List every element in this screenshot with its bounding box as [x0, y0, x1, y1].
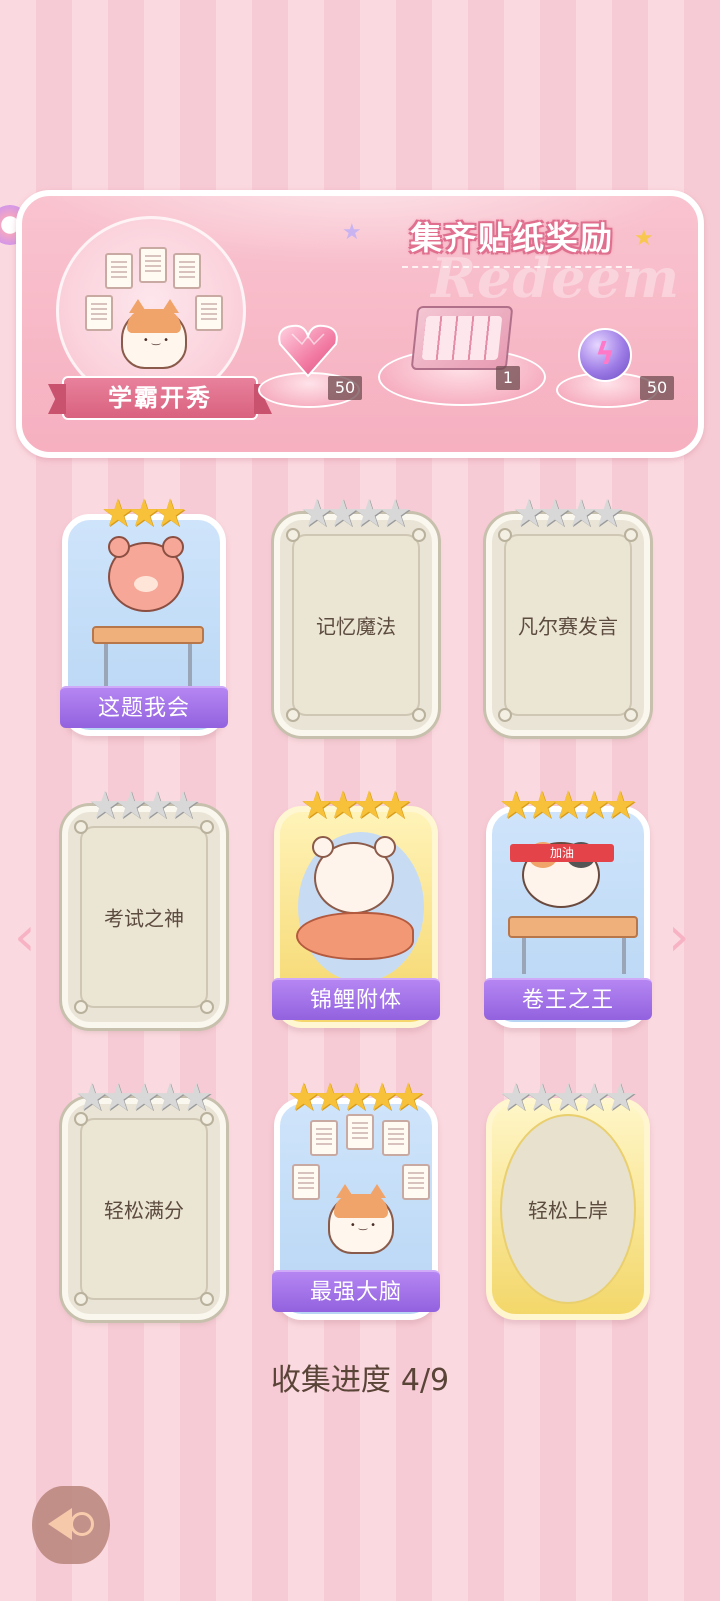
star-rating: ★ ★ ★ ★ — [68, 786, 220, 824]
lightning-orb-icon[interactable]: ϟ — [578, 328, 632, 382]
sticker-card[interactable]: ★ ★ ★ ★ ★ 轻松上岸 — [486, 1078, 650, 1320]
sticker-card[interactable]: ★ ★ ★ ★ 锦鲤附体 — [272, 786, 440, 1028]
sticker-card[interactable]: ★ ★ ★ ★ ★ 轻松满分 — [62, 1078, 226, 1320]
sticker-card[interactable]: ★ ★ ★ ★ 凡尔赛发言 — [486, 494, 650, 736]
star-icon: ★ — [590, 491, 625, 535]
reward-quantity: 50 — [640, 376, 674, 400]
sticker-card[interactable]: ★ ★ ★ ★ 记忆魔法 — [274, 494, 438, 736]
cat-mascot-icon: • ‿ • — [121, 299, 187, 369]
card-label: 考试之神 — [104, 906, 184, 931]
collection-progress: 收集进度 4/9 — [0, 1355, 720, 1399]
sticker-card[interactable]: ★ ★ ★ ★ 考试之神 — [62, 786, 226, 1028]
divider — [402, 266, 632, 268]
sticker-card[interactable]: ★ ★ ★ ★ ★ • ‿ • 最强大脑 — [272, 1078, 440, 1320]
reward-panel: Redeem ★ 集齐贴纸奖励 ★ • ‿ • 学霸开秀 50 1 ϟ 50 — [16, 190, 704, 458]
ring-icon — [70, 1512, 94, 1536]
star-icon: ★ — [603, 1075, 638, 1119]
star-icon: ★ — [166, 783, 201, 827]
star-decoration-icon: ★ — [634, 226, 654, 251]
paper-icon — [173, 253, 201, 289]
card-label: 轻松满分 — [104, 1198, 184, 1223]
reward-quantity: 50 — [328, 376, 362, 400]
star-icon: ★ — [179, 1075, 214, 1119]
card-label: 卷王之王 — [484, 978, 652, 1020]
star-rating: ★ ★ ★ ★ — [280, 494, 432, 532]
paper-icon — [139, 247, 167, 283]
card-label: 这题我会 — [60, 686, 228, 728]
featured-sticker-label: 学霸开秀 — [62, 376, 258, 420]
heart-gem-icon[interactable] — [276, 322, 340, 378]
star-icon: ★ — [378, 491, 413, 535]
gift-box-icon[interactable] — [410, 306, 514, 370]
progress-value: 4/9 — [400, 1363, 450, 1398]
sticker-card[interactable]: ★ ★ ★ ★ ★ 加油 卷王之王 — [484, 786, 652, 1028]
star-rating: ★ ★ ★ ★ — [492, 494, 644, 532]
star-rating: ★ ★ ★ ★ ★ — [68, 1078, 220, 1116]
reward-quantity: 1 — [496, 366, 520, 390]
back-button[interactable] — [32, 1486, 110, 1564]
paper-icon — [195, 295, 223, 331]
next-page-arrow-icon[interactable]: › — [668, 905, 690, 968]
sticker-card[interactable]: ★ ★ ★ 这题我会 — [60, 494, 228, 736]
reward-title: 集齐贴纸奖励 — [409, 219, 614, 257]
paper-icon — [105, 253, 133, 289]
headband-text: 加油 — [510, 844, 614, 862]
back-arrow-icon — [48, 1508, 72, 1540]
card-label: 锦鲤附体 — [272, 978, 440, 1020]
progress-label: 收集进度 — [270, 1363, 391, 1398]
star-decoration-icon: ★ — [342, 220, 362, 245]
previous-page-arrow-icon[interactable]: ‹ — [14, 905, 36, 968]
card-label: 轻松上岸 — [528, 1198, 608, 1223]
card-label: 最强大脑 — [272, 1270, 440, 1312]
card-label: 记忆魔法 — [316, 614, 396, 639]
paper-icon — [85, 295, 113, 331]
star-rating: ★ ★ ★ ★ ★ — [492, 1078, 644, 1116]
card-label: 凡尔赛发言 — [518, 614, 618, 639]
